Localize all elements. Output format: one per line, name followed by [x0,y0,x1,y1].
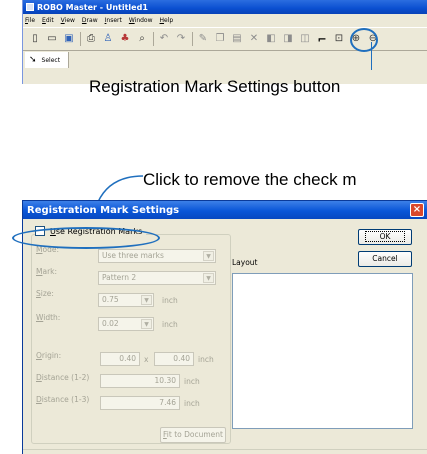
distance13-unit: inch [184,399,200,408]
dialog-title-bar: Registration Mark Settings × [23,201,427,219]
menu-file[interactable]: File [25,17,35,24]
width-value: 0.02 [102,319,119,328]
distance13-field[interactable]: 7.46 [100,396,180,410]
origin-unit: inch [198,355,214,364]
distance12-unit: inch [184,377,200,386]
size-unit: inch [162,296,178,305]
registration-mark-icon[interactable]: ⌐ [316,33,328,45]
mode-select[interactable]: Use three marks ▼ [98,249,216,263]
menu-help[interactable]: Help [160,17,174,24]
width-label: Width: [36,312,61,322]
layout-label: Layout [232,258,258,267]
preview-icon[interactable]: ⌕ [136,33,148,45]
ok-button[interactable]: OK [358,229,412,245]
menu-insert[interactable]: Insert [105,17,122,24]
callout-registration-button: Registration Mark Settings button [89,77,341,96]
registration-button-highlight [350,28,378,52]
size-value: 0.75 [102,295,119,304]
app-title-bar: ROBO Master - Untitled1 [23,0,427,14]
toolbar-separator [153,32,154,46]
width-unit: inch [162,320,178,329]
ungroup-icon[interactable]: ◨ [282,33,294,45]
origin-label: Origin: [36,350,62,360]
draw-icon[interactable]: ✎ [197,33,209,45]
cancel-button[interactable]: Cancel [358,251,412,267]
chevron-down-icon: ▼ [203,273,214,283]
dialog-title: Registration Mark Settings [27,204,180,216]
copy-icon[interactable]: ❐ [214,33,226,45]
arrow-cursor-icon: ➘ [29,55,37,65]
group-icon[interactable]: ◧ [265,33,277,45]
app-icon [26,3,34,11]
app-title: ROBO Master - Untitled1 [37,2,148,12]
distance12-label: Distance (1-2) [36,372,90,382]
close-icon[interactable]: × [410,203,424,217]
chevron-down-icon: ▼ [141,295,152,305]
cutter-icon[interactable]: ♣ [119,33,131,45]
distance12-field[interactable]: 10.30 [100,374,180,388]
delete-icon[interactable]: ✕ [248,33,260,45]
paste-icon[interactable]: ▤ [231,33,243,45]
select-tool-button[interactable]: ➘ Select [25,52,70,68]
chevron-down-icon: ▼ [203,251,214,261]
width-select[interactable]: 0.02 ▼ [98,317,154,331]
mode-value: Use three marks [102,251,164,260]
size-select[interactable]: 0.75 ▼ [98,293,154,307]
chevron-down-icon: ▼ [141,319,152,329]
distance13-label: Distance (1-3) [36,394,90,404]
origin-separator: x [144,355,149,364]
menu-draw[interactable]: Draw [82,17,98,24]
toolbar-separator [80,32,81,46]
origin-x-field[interactable]: 0.40 [100,352,140,366]
save-icon[interactable]: ▣ [63,33,75,45]
origin-y-field[interactable]: 0.40 [154,352,194,366]
redo-icon[interactable]: ↷ [175,33,187,45]
size-label: Size: [36,288,54,298]
toolbar: ▯ ▭ ▣ ⎙ ♙ ♣ ⌕ ↶ ↷ ✎ ❐ ▤ ✕ ◧ ◨ ◫ ⌐ ⊡ ⊕ ⊖ [23,27,427,52]
undo-icon[interactable]: ↶ [158,33,170,45]
tool-bar-secondary: ➘ Select [23,51,427,69]
weld-icon[interactable]: ◫ [299,33,311,45]
menu-edit[interactable]: Edit [42,17,54,24]
menu-bar: File Edit View Draw Insert Window Help [23,14,427,27]
menu-window[interactable]: Window [129,17,153,24]
registration-settings-group: Mode: Use three marks ▼ Mark: Pattern 2 … [31,234,231,444]
new-icon[interactable]: ▯ [29,33,41,45]
mark-value: Pattern 2 [102,273,137,282]
fit-icon[interactable]: ⊡ [333,33,345,45]
mark-label: Mark: [36,266,58,276]
toolbar-separator [192,32,193,46]
app-window: ROBO Master - Untitled1 File Edit View D… [22,0,427,84]
callout-line-registration [371,42,372,70]
cut-plotter-icon[interactable]: ♙ [102,33,114,45]
mark-select[interactable]: Pattern 2 ▼ [98,271,216,285]
use-registration-highlight [12,227,160,249]
callout-remove-check: Click to remove the check m [143,170,357,189]
menu-view[interactable]: View [61,17,75,24]
dialog-bottom-edge [23,449,427,454]
layout-preview [232,273,413,429]
ok-button-label: OK [364,231,406,242]
select-tool-label: Select [41,56,61,64]
open-icon[interactable]: ▭ [46,33,58,45]
print-icon[interactable]: ⎙ [85,33,97,45]
fit-to-document-button[interactable]: Fit to Document [160,427,226,443]
